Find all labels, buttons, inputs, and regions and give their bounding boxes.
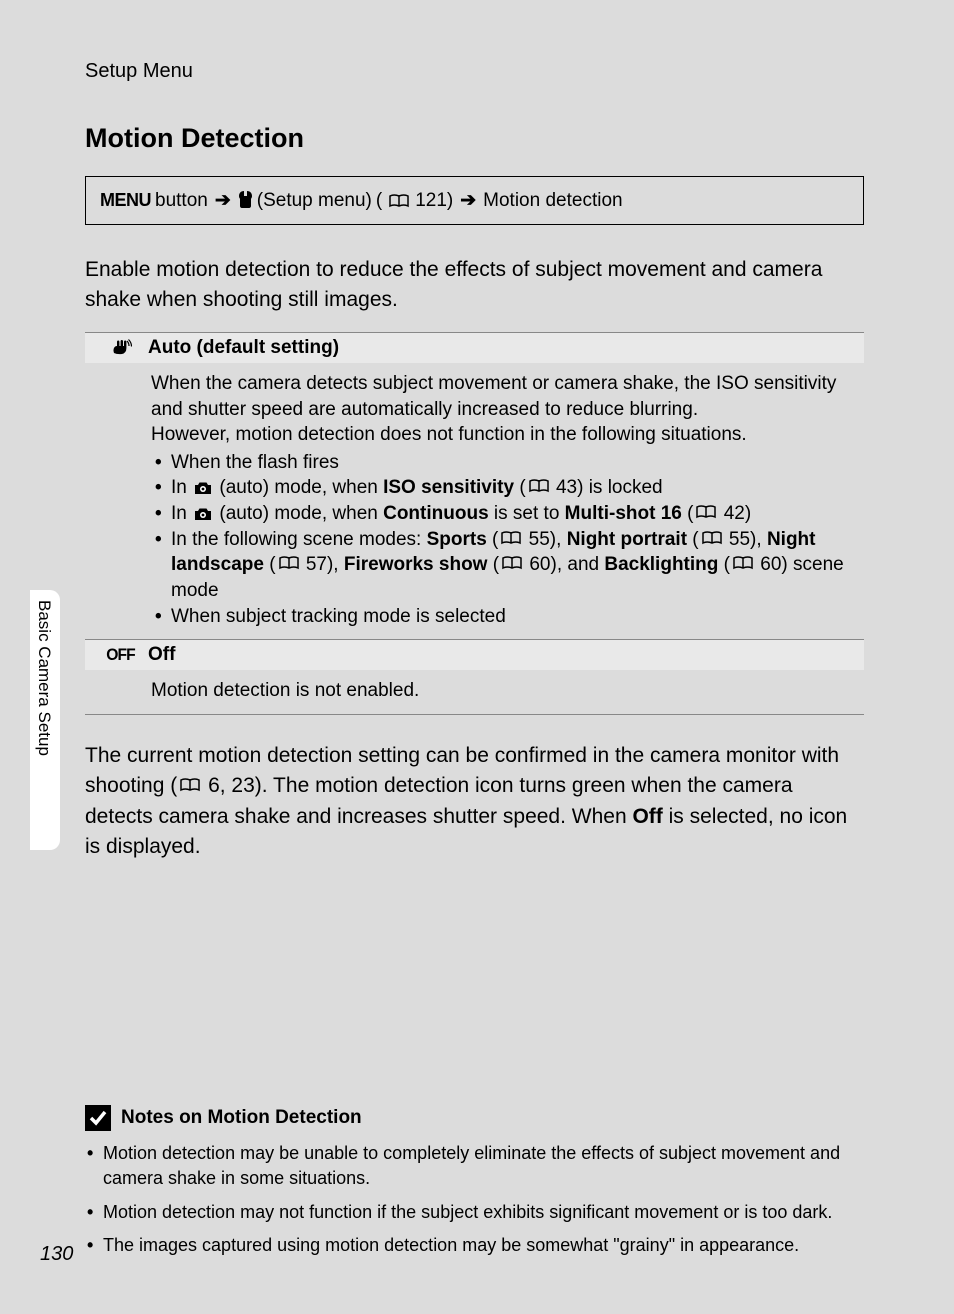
intro-text: Enable motion detection to reduce the ef… [85, 255, 864, 316]
list-item: Motion detection may not function if the… [85, 1200, 864, 1225]
wrench-icon [238, 190, 253, 212]
option-label: Auto (default setting) [148, 337, 339, 359]
arrow-right-icon: ➔ [460, 189, 476, 212]
book-icon [733, 556, 753, 570]
book-icon [502, 556, 522, 570]
after-table-text: The current motion detection setting can… [85, 741, 864, 863]
notes-title: Notes on Motion Detection [85, 1105, 864, 1131]
arrow-right-icon: ➔ [215, 189, 231, 212]
manual-page: Basic Camera Setup Setup Menu Motion Det… [0, 0, 954, 1314]
option-body: Motion detection is not enabled. [85, 670, 864, 714]
section-label: Setup Menu [85, 60, 864, 83]
notes-title-text: Notes on Motion Detection [121, 1107, 362, 1129]
breadcrumb-target: Motion detection [483, 190, 622, 212]
off-desc: Motion detection is not enabled. [151, 680, 419, 701]
option-row-off: OFF Off Motion detection is not enabled. [85, 639, 864, 715]
camera-icon [194, 481, 212, 495]
check-icon [85, 1105, 111, 1131]
list-item: The images captured using motion detecti… [85, 1233, 864, 1258]
book-icon [702, 531, 722, 545]
option-body: When the camera detects subject movement… [85, 363, 864, 639]
list-item: When subject tracking mode is selected [151, 604, 854, 630]
list-item: Motion detection may be unable to comple… [85, 1141, 864, 1191]
auto-desc-1: When the camera detects subject movement… [151, 373, 836, 420]
open-paren: ( [376, 190, 382, 212]
setup-menu-label: (Setup menu) [257, 190, 372, 212]
ref-121: 121) [415, 190, 453, 212]
off-icon: OFF [93, 645, 148, 665]
option-row-auto: Auto (default setting) When the camera d… [85, 332, 864, 639]
auto-desc-2: However, motion detection does not funct… [151, 424, 747, 445]
list-item: In the following scene modes: Sports ( 5… [151, 527, 854, 604]
page-number: 130 [40, 1243, 73, 1266]
book-icon [279, 556, 299, 570]
camera-icon [194, 507, 212, 521]
book-icon [501, 531, 521, 545]
book-icon [529, 479, 549, 493]
option-header: Auto (default setting) [85, 333, 864, 363]
book-icon [180, 778, 200, 792]
list-item: When the flash fires [151, 450, 854, 476]
menu-icon-text: MENU [100, 190, 151, 211]
notes-section: Notes on Motion Detection Motion detecti… [85, 1105, 864, 1266]
menu-path-box: MENU button ➔ (Setup menu) ( 121) ➔ Moti… [85, 176, 864, 225]
book-icon [696, 505, 716, 519]
list-item: In (auto) mode, when Continuous is set t… [151, 501, 854, 527]
list-item: In (auto) mode, when ISO sensitivity ( 4… [151, 475, 854, 501]
motion-hand-icon [93, 339, 148, 357]
book-icon [389, 194, 409, 208]
side-tab-label: Basic Camera Setup [34, 600, 54, 756]
menu-button-word: button [155, 190, 208, 212]
option-header: OFF Off [85, 640, 864, 670]
page-title: Motion Detection [85, 123, 864, 154]
option-label: Off [148, 644, 175, 666]
options-table: Auto (default setting) When the camera d… [85, 332, 864, 715]
